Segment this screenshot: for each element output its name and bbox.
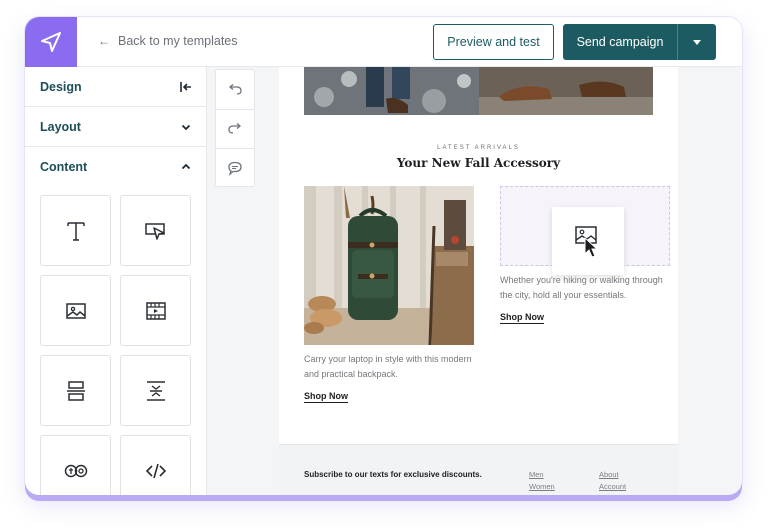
section-content-label: Content (40, 160, 88, 174)
footer-link-account[interactable]: Account (599, 482, 626, 491)
arrow-left-icon: ← (98, 34, 110, 48)
section-layout-label: Layout (40, 119, 81, 134)
chevron-up-icon (181, 163, 191, 170)
section-design[interactable]: Design (25, 67, 207, 107)
image-icon (65, 302, 86, 319)
back-link-label: Back to my templates (118, 34, 238, 48)
email-preview: LATEST ARRIVALS Your New Fall Accessory (279, 67, 678, 495)
section-design-label: Design (40, 79, 82, 94)
caret-down-icon (693, 39, 701, 45)
text-icon (66, 221, 85, 241)
history-toolbar (215, 69, 255, 187)
backpack-product-image[interactable] (304, 186, 474, 345)
button-icon (144, 222, 165, 240)
top-bar: ← Back to my templates Preview and test … (25, 17, 742, 67)
footer-link-women[interactable]: Women (529, 482, 555, 491)
left-shop-now-link[interactable]: Shop Now (304, 391, 348, 403)
footer-link-men[interactable]: Men (529, 470, 544, 479)
subscribe-text: Subscribe to our texts for exclusive dis… (304, 470, 482, 479)
chevron-down-icon (181, 124, 191, 131)
undo-button[interactable] (216, 70, 254, 109)
undo-icon (228, 83, 242, 95)
content-block-button[interactable] (120, 195, 191, 266)
dragged-image-block[interactable] (552, 207, 624, 275)
content-block-spacer[interactable] (120, 355, 191, 426)
send-campaign-label: Send campaign (576, 35, 664, 49)
email-canvas: LATEST ARRIVALS Your New Fall Accessory (263, 67, 695, 495)
comments-button[interactable] (216, 148, 254, 187)
content-block-image[interactable] (40, 275, 111, 346)
section-content[interactable]: Content (25, 147, 207, 187)
content-block-code[interactable] (120, 435, 191, 495)
content-block-text[interactable] (40, 195, 111, 266)
section-headline: Your New Fall Accessory (396, 156, 561, 170)
code-icon (145, 463, 166, 478)
footer-link-about[interactable]: About (599, 470, 619, 479)
redo-button[interactable] (216, 109, 254, 148)
app-logo[interactable] (25, 17, 77, 67)
send-campaign-button[interactable]: Send campaign (563, 24, 716, 60)
right-shop-now-link[interactable]: Shop Now (500, 312, 544, 324)
send-options-dropdown[interactable] (678, 24, 716, 60)
spacer-icon (146, 380, 165, 401)
content-block-video[interactable] (120, 275, 191, 346)
section-layout[interactable]: Layout (25, 107, 207, 147)
comment-icon (228, 161, 242, 176)
back-link[interactable]: ← Back to my templates (98, 34, 238, 48)
collapse-left-icon[interactable] (179, 80, 193, 94)
divider-icon (66, 380, 85, 401)
video-icon (145, 301, 166, 320)
social-icon (64, 464, 87, 477)
content-block-divider[interactable] (40, 355, 111, 426)
image-drag-icon (575, 226, 599, 258)
eyebrow-label: LATEST ARRIVALS (437, 145, 520, 151)
hero-image[interactable] (304, 67, 653, 115)
content-block-social[interactable] (40, 435, 111, 495)
send-plane-icon (41, 32, 61, 52)
redo-icon (228, 123, 242, 134)
preview-and-test-button[interactable]: Preview and test (433, 24, 554, 60)
left-product-description: Carry your laptop in style with this mod… (304, 354, 472, 379)
editor-sidebar: Design Layout Content (25, 67, 207, 495)
app-window: ← Back to my templates Preview and test … (25, 17, 742, 495)
right-product-description: Whether you're hiking or walking through… (500, 275, 663, 300)
